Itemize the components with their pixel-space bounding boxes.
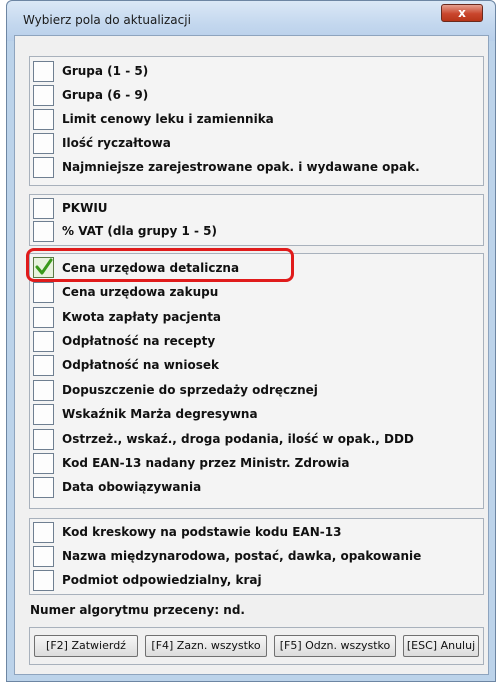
label-marza-degresywna: Wskaźnik Marża degresywna — [62, 407, 258, 421]
label-ilosc-ryczaltowa: Ilość ryczałtowa — [62, 136, 171, 150]
select-all-button[interactable]: [F4] Zazn. wszystko — [145, 635, 267, 657]
checkbox-najmniejsze-opak[interactable] — [33, 157, 54, 178]
field-group-product: Kod kreskowy na podstawie kodu EAN-13 Na… — [29, 518, 484, 595]
label-odplatnosc-wniosek: Odpłatność na wniosek — [62, 358, 219, 372]
label-pkwiu: PKWIU — [62, 201, 108, 215]
close-icon: x — [458, 6, 466, 20]
checkbox-marza-degresywna[interactable] — [33, 404, 54, 425]
label-odplatnosc-recepty: Odpłatność na recepty — [62, 334, 216, 348]
label-nazwa-miedzynarodowa: Nazwa międzynarodowa, postać, dawka, opa… — [62, 549, 422, 563]
field-group-general: Grupa (1 - 5) Grupa (6 - 9) Limit cenowy… — [29, 56, 484, 186]
button-bar: [F2] Zatwierdź [F4] Zazn. wszystko [F5] … — [29, 627, 484, 665]
checkbox-limit-cenowy[interactable] — [33, 109, 54, 130]
checkbox-odplatnosc-recepty[interactable] — [33, 331, 54, 352]
checkbox-odplatnosc-wniosek[interactable] — [33, 355, 54, 376]
close-button[interactable]: x — [441, 4, 483, 22]
confirm-button[interactable]: [F2] Zatwierdź — [34, 635, 138, 657]
checkbox-cena-detaliczna[interactable] — [33, 257, 54, 278]
field-group-tax: PKWIU % VAT (dla grupy 1 - 5) — [29, 194, 484, 246]
label-grupa-6-9: Grupa (6 - 9) — [62, 88, 149, 102]
checkbox-data-obowiazywania[interactable] — [33, 477, 54, 498]
checkbox-ostrzezenia[interactable] — [33, 429, 54, 450]
label-kwota-zaplaty: Kwota zapłaty pacjenta — [62, 310, 222, 324]
label-dopuszczenie: Dopuszczenie do sprzedaży odręcznej — [62, 383, 318, 397]
label-podmiot: Podmiot odpowiedzialny, kraj — [62, 573, 262, 587]
label-kod-kreskowy: Kod kreskowy na podstawie kodu EAN-13 — [62, 525, 342, 539]
checkbox-kod-kreskowy[interactable] — [33, 522, 54, 543]
checkbox-cena-zakupu[interactable] — [33, 282, 54, 303]
checkmark-icon — [35, 258, 53, 275]
dialog-body: Grupa (1 - 5) Grupa (6 - 9) Limit cenowy… — [14, 35, 489, 675]
checkbox-podmiot[interactable] — [33, 570, 54, 591]
label-vat: % VAT (dla grupy 1 - 5) — [62, 224, 218, 238]
checkbox-kwota-zaplaty[interactable] — [33, 307, 54, 328]
checkbox-grupa-1-5[interactable] — [33, 61, 54, 82]
checkbox-pkwiu[interactable] — [33, 198, 54, 219]
window-title: Wybierz pola do aktualizacji — [23, 13, 191, 27]
dialog-window: Wybierz pola do aktualizacji x Grupa (1 … — [6, 0, 496, 682]
checkbox-ilosc-ryczaltowa[interactable] — [33, 133, 54, 154]
deselect-all-button[interactable]: [F5] Odzn. wszystko — [274, 635, 396, 657]
algorithm-number-text: Numer algorytmu przeceny: nd. — [30, 603, 245, 617]
label-data-obowiazywania: Data obowiązywania — [62, 480, 202, 494]
label-najmniejsze-opak: Najmniejsze zarejestrowane opak. i wydaw… — [62, 160, 420, 174]
field-group-prices: Cena urzędowa detaliczna Cena urzędowa z… — [26, 248, 484, 509]
label-cena-detaliczna: Cena urzędowa detaliczna — [62, 261, 240, 275]
checkbox-grupa-6-9[interactable] — [33, 85, 54, 106]
label-cena-zakupu: Cena urzędowa zakupu — [62, 285, 219, 299]
cancel-button[interactable]: [ESC] Anuluj — [403, 635, 479, 657]
label-kod-ean-ministr: Kod EAN-13 nadany przez Ministr. Zdrowia — [62, 456, 350, 470]
checkbox-vat[interactable] — [33, 221, 54, 242]
label-limit-cenowy: Limit cenowy leku i zamiennika — [62, 112, 274, 126]
checkbox-dopuszczenie[interactable] — [33, 380, 54, 401]
checkbox-kod-ean-ministr[interactable] — [33, 453, 54, 474]
label-grupa-1-5: Grupa (1 - 5) — [62, 64, 149, 78]
label-ostrzezenia: Ostrzeż., wskaź., droga podania, ilość w… — [62, 432, 414, 446]
checkbox-nazwa-miedzynarodowa[interactable] — [33, 546, 54, 567]
